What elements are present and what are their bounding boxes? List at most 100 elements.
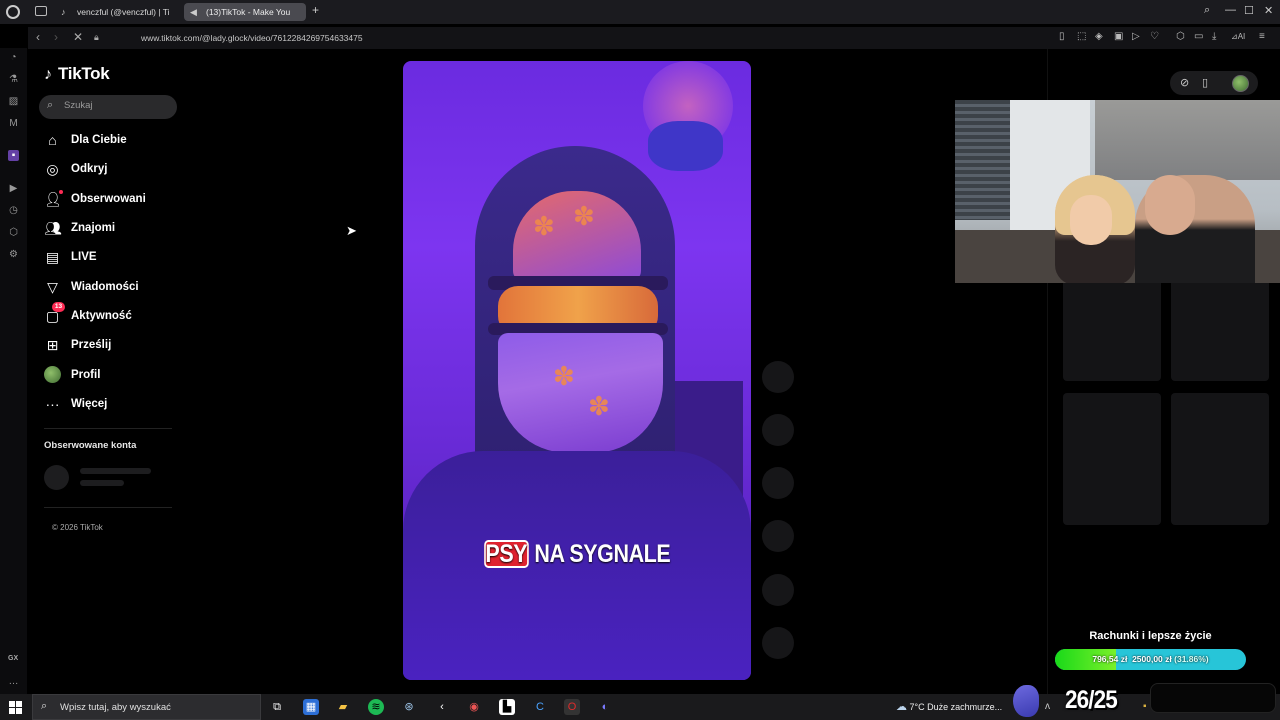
browser-tab-tiktok-active[interactable]: ◀ (13)TikTok - Make You bbox=[184, 3, 306, 21]
adblock-shield-icon[interactable]: ◈ bbox=[1095, 31, 1103, 42]
extensions-sidebar-icon[interactable]: ⬡ bbox=[8, 227, 19, 238]
taskbar-clock-overlay bbox=[1150, 683, 1276, 713]
comment-button[interactable] bbox=[762, 414, 794, 446]
obs-icon[interactable]: ◉ bbox=[466, 699, 482, 715]
gx-control-icon[interactable]: ⚗ bbox=[8, 74, 19, 85]
menu-icon[interactable]: ≡ bbox=[1259, 31, 1265, 42]
home-icon: ⌂ bbox=[48, 132, 57, 148]
nav-wiecej[interactable]: ··· Więcej bbox=[44, 395, 180, 415]
tray-app-icon[interactable]: ▪ bbox=[1143, 701, 1147, 712]
heart-icon[interactable]: ♡ bbox=[1150, 31, 1159, 42]
nav-znajomi[interactable]: 👥︎ Znajomi bbox=[44, 219, 180, 239]
tab-overview-icon[interactable] bbox=[35, 6, 47, 16]
store-icon[interactable]: ▦ bbox=[303, 699, 319, 715]
search-box[interactable]: ⌕ bbox=[39, 95, 177, 119]
nav-live[interactable]: ▤ LIVE bbox=[44, 248, 180, 268]
taskbar-search[interactable]: ⌕ Wpisz tutaj, aby wyszukać bbox=[32, 694, 261, 720]
video-scene-lamp-base bbox=[648, 121, 723, 171]
video-player[interactable]: ✽ ✽ ✽ ✽ PSY NA SYGNALE bbox=[403, 61, 751, 680]
webcam-person-right bbox=[1135, 175, 1255, 283]
device-icon[interactable]: ▯ bbox=[1202, 76, 1208, 89]
speaker-icon[interactable]: ◀ bbox=[190, 7, 200, 17]
tiktok-note-icon: ♪ bbox=[44, 66, 52, 83]
video-scene-mask-lower bbox=[498, 333, 663, 453]
new-content-dot bbox=[59, 190, 63, 194]
nav-profil[interactable]: Profil bbox=[44, 366, 180, 386]
file-explorer-icon[interactable]: ▰ bbox=[335, 699, 351, 715]
twitch-icon[interactable]: ▪ bbox=[8, 150, 19, 161]
more-sidebar-icon[interactable]: … bbox=[8, 676, 19, 687]
nav-obserwowani[interactable]: 👤︎ Obserwowani bbox=[44, 190, 180, 210]
back-icon[interactable]: ‹ bbox=[36, 30, 40, 44]
skeleton-card bbox=[1063, 393, 1161, 525]
more-actions-button[interactable] bbox=[762, 627, 794, 659]
url-field[interactable]: www.tiktok.com/@lady.glock/video/7612284… bbox=[141, 33, 363, 43]
following-icon: 👤︎ bbox=[44, 191, 62, 207]
bookmark-button[interactable] bbox=[762, 467, 794, 499]
app-icon[interactable]: ‹ bbox=[434, 699, 450, 715]
discord-icon[interactable]: ◐ bbox=[597, 699, 613, 715]
browser-tab-bar: ♪ venczful (@venczful) | Ti ◀ (13)TikTok… bbox=[0, 0, 1280, 24]
gx-corner-icon[interactable]: ▨ bbox=[8, 96, 19, 107]
upload-icon: ⊞ bbox=[46, 337, 59, 353]
steam-icon[interactable]: ⊛ bbox=[401, 699, 417, 715]
forward-icon[interactable]: › bbox=[54, 30, 58, 44]
lock-icon[interactable]: 🔒︎ bbox=[94, 32, 99, 43]
skeleton-line bbox=[80, 468, 151, 474]
tray-arrow-icon[interactable]: ʌ bbox=[1045, 701, 1050, 712]
minimize-button[interactable]: — bbox=[1225, 4, 1236, 16]
snapshot-icon[interactable]: ⬚ bbox=[1077, 31, 1086, 42]
tiktok-icon: ♪ bbox=[61, 7, 66, 17]
search-icon: ⌕ bbox=[47, 99, 54, 111]
weather-widget[interactable]: ☁ 7°C Duże zachmurze... bbox=[896, 700, 1002, 713]
speed-dial-icon[interactable]: ◔ bbox=[8, 52, 19, 63]
nav-aktywnosc[interactable]: ▢ 13 Aktywność bbox=[44, 302, 180, 327]
donation-goal-text: 796,54 zł 2500,00 zł (31.86%) bbox=[1092, 654, 1209, 664]
search-input[interactable] bbox=[64, 100, 169, 111]
messenger-icon[interactable]: M bbox=[8, 118, 19, 129]
gx-label: GX bbox=[8, 655, 19, 662]
sound-button[interactable] bbox=[762, 574, 794, 606]
skeleton-card bbox=[1171, 393, 1269, 525]
download-icon[interactable]: ⤓ bbox=[1212, 31, 1216, 42]
cursor-app-icon[interactable]: C bbox=[532, 699, 548, 715]
nav-odkryj[interactable]: ◎ Odkryj bbox=[44, 160, 180, 180]
leaf-pattern-icon: ✽ bbox=[588, 391, 610, 421]
stop-loading-icon[interactable]: ✕ bbox=[73, 30, 83, 44]
compass-icon: ◎ bbox=[46, 161, 59, 177]
bookmark-icon[interactable]: ▯ bbox=[1059, 31, 1065, 42]
wallet-icon[interactable]: ▭ bbox=[1194, 31, 1203, 42]
search-tabs-icon[interactable]: ⌕ bbox=[1204, 4, 1210, 17]
user-avatar[interactable] bbox=[1232, 75, 1249, 92]
coin-icon[interactable]: ⊘ bbox=[1180, 76, 1189, 89]
browser-tab-venczful[interactable]: ♪ venczful (@venczful) | Ti bbox=[55, 3, 179, 21]
notion-icon[interactable]: ▙ bbox=[499, 699, 515, 715]
nav-dla-ciebie[interactable]: ⌂ Dla Ciebie bbox=[44, 131, 180, 151]
player-icon[interactable]: ▶ bbox=[8, 183, 19, 194]
play-icon[interactable]: ▷ bbox=[1132, 31, 1140, 42]
new-tab-button[interactable]: + bbox=[312, 3, 319, 17]
friends-icon: 👥︎ bbox=[44, 220, 62, 236]
camera-icon[interactable]: ▣ bbox=[1114, 31, 1123, 42]
maximize-button[interactable]: ☐ bbox=[1244, 4, 1254, 17]
ai-icon[interactable]: ⊿AI bbox=[1231, 32, 1245, 41]
opera-gx-taskbar-icon[interactable]: O bbox=[564, 699, 580, 715]
task-view-icon[interactable]: ⧉ bbox=[269, 699, 285, 715]
opera-gx-logo-icon[interactable] bbox=[6, 5, 20, 19]
settings-gear-icon[interactable]: ⚙ bbox=[8, 249, 19, 260]
nav-przeslij[interactable]: ⊞ Prześlij bbox=[44, 336, 180, 356]
webcam-person-head bbox=[1145, 175, 1195, 235]
nav-wiadomosci[interactable]: ▽ Wiadomości bbox=[44, 278, 180, 298]
video-caption: PSY NA SYGNALE bbox=[427, 540, 726, 569]
tiktok-logo[interactable]: ♪ TikTok bbox=[44, 64, 110, 84]
following-accounts-title: Obserwowane konta bbox=[44, 440, 137, 451]
like-button[interactable] bbox=[762, 361, 794, 393]
history-icon[interactable]: ◷ bbox=[8, 205, 19, 216]
close-button[interactable]: ✕ bbox=[1264, 4, 1273, 17]
leaf-pattern-icon: ✽ bbox=[573, 201, 595, 231]
spotify-icon[interactable]: ≋ bbox=[368, 699, 384, 715]
share-button[interactable] bbox=[762, 520, 794, 552]
donation-goal-bar: 796,54 zł 2500,00 zł (31.86%) bbox=[1055, 649, 1246, 670]
extensions-icon[interactable]: ⬡ bbox=[1176, 31, 1185, 42]
windows-start-icon[interactable] bbox=[9, 701, 22, 714]
